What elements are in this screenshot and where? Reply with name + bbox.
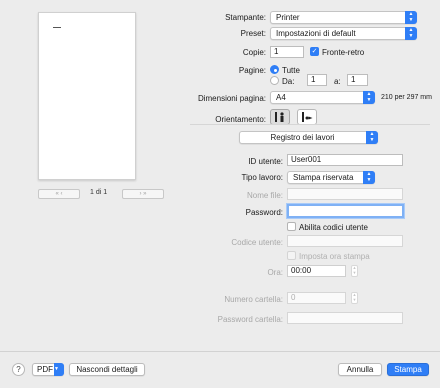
enable-user-codes-checkbox[interactable] (287, 222, 296, 231)
folder-number-input[interactable]: 0 (287, 292, 346, 304)
pdf-menu-button[interactable]: PDF ▼ (32, 363, 64, 376)
paper-size-value: A4 (276, 93, 286, 102)
up-down-arrows-icon: ▲ ▼ (363, 91, 375, 104)
help-button[interactable]: ? (12, 363, 25, 376)
preset-select[interactable]: Impostazioni di default ▲ ▼ (270, 27, 417, 40)
orientation-label: Orientamento: (215, 115, 266, 124)
pdf-label: PDF (37, 365, 53, 374)
pages-to-label: a: (334, 77, 341, 86)
pages-label: Pagine: (238, 66, 266, 75)
pages-from-label: Da: (282, 77, 295, 86)
landscape-person-icon (302, 112, 313, 122)
paper-size-description: 210 per 297 mm (381, 94, 432, 101)
job-type-select[interactable]: Stampa riservata ▲ ▼ (287, 171, 375, 184)
preview-content-mark (53, 27, 61, 28)
copies-label: Copie: (242, 48, 266, 57)
copies-input[interactable]: 1 (270, 46, 304, 58)
orientation-landscape-button[interactable] (297, 109, 317, 125)
duplex-label: Fronte-retro (322, 48, 365, 57)
preset-value: Impostazioni di default (276, 29, 356, 38)
hide-details-button[interactable]: Nascondi dettagli (69, 363, 145, 376)
printer-value: Printer (276, 13, 300, 22)
pages-to-input[interactable]: 1 (347, 74, 368, 86)
next-page-buttons[interactable]: › » (122, 189, 164, 199)
paper-size-label: Dimensioni pagina: (197, 94, 266, 103)
paper-size-select[interactable]: A4 ▲ ▼ (270, 91, 375, 104)
preset-label: Preset: (240, 29, 266, 38)
help-icon: ? (16, 365, 21, 374)
up-down-arrows-icon: ▲ ▼ (363, 171, 375, 184)
folder-password-label: Password cartella: (217, 315, 283, 324)
job-type-label: Tipo lavoro: (241, 173, 284, 182)
page-preview (38, 12, 136, 180)
user-code-input[interactable] (287, 235, 403, 247)
orientation-portrait-button[interactable] (270, 109, 290, 125)
previous-page-icons[interactable]: « ‹ (55, 191, 62, 197)
folder-password-input[interactable] (287, 312, 403, 324)
user-id-label: ID utente: (248, 157, 283, 166)
pages-range-radio[interactable] (270, 76, 279, 85)
filename-label: Nome file: (246, 191, 283, 200)
section-select[interactable]: Registro dei lavori ▲ ▼ (239, 131, 378, 144)
job-type-value: Stampa riservata (293, 173, 354, 182)
pages-all-label: Tutte (282, 66, 300, 75)
section-value: Registro dei lavori (270, 133, 335, 142)
pages-all-radio[interactable] (270, 65, 279, 74)
next-page-icons[interactable]: › » (139, 191, 146, 197)
pages-from-input[interactable]: 1 (307, 74, 327, 86)
up-down-arrows-icon: ▲ ▼ (405, 11, 417, 24)
user-id-input[interactable]: User001 (287, 154, 403, 166)
password-label: Password: (245, 208, 283, 217)
checkmark-icon: ✓ (311, 48, 318, 55)
time-input[interactable]: 00:00 (287, 265, 346, 277)
set-print-time-label: Imposta ora stampa (299, 252, 370, 261)
folder-number-stepper[interactable]: ▲ ▼ (351, 292, 358, 304)
separator (190, 124, 430, 125)
folder-number-label: Numero cartella: (224, 295, 283, 304)
time-label: Ora: (267, 268, 283, 277)
footer-separator (0, 351, 440, 352)
printer-select[interactable]: Printer ▲ ▼ (270, 11, 417, 24)
chevron-down-icon: ▼ (54, 363, 64, 376)
stepper-down-icon: ▼ (352, 296, 357, 302)
up-down-arrows-icon: ▲ ▼ (366, 131, 378, 144)
up-down-arrows-icon: ▲ ▼ (405, 27, 417, 40)
printer-label: Stampante: (225, 13, 266, 22)
previous-page-buttons[interactable]: « ‹ (38, 189, 80, 199)
portrait-person-icon (275, 112, 284, 122)
password-input[interactable] (287, 204, 404, 218)
filename-input[interactable] (287, 188, 403, 200)
stepper-down-icon: ▼ (352, 269, 357, 275)
page-indicator: 1 di 1 (90, 189, 108, 196)
time-stepper[interactable]: ▲ ▼ (351, 265, 358, 277)
enable-user-codes-label: Abilita codici utente (299, 223, 368, 232)
user-code-label: Codice utente: (231, 238, 283, 247)
cancel-button[interactable]: Annulla (338, 363, 382, 376)
duplex-checkbox[interactable]: ✓ (310, 47, 319, 56)
set-print-time-checkbox[interactable] (287, 251, 296, 260)
print-button[interactable]: Stampa (387, 363, 429, 376)
